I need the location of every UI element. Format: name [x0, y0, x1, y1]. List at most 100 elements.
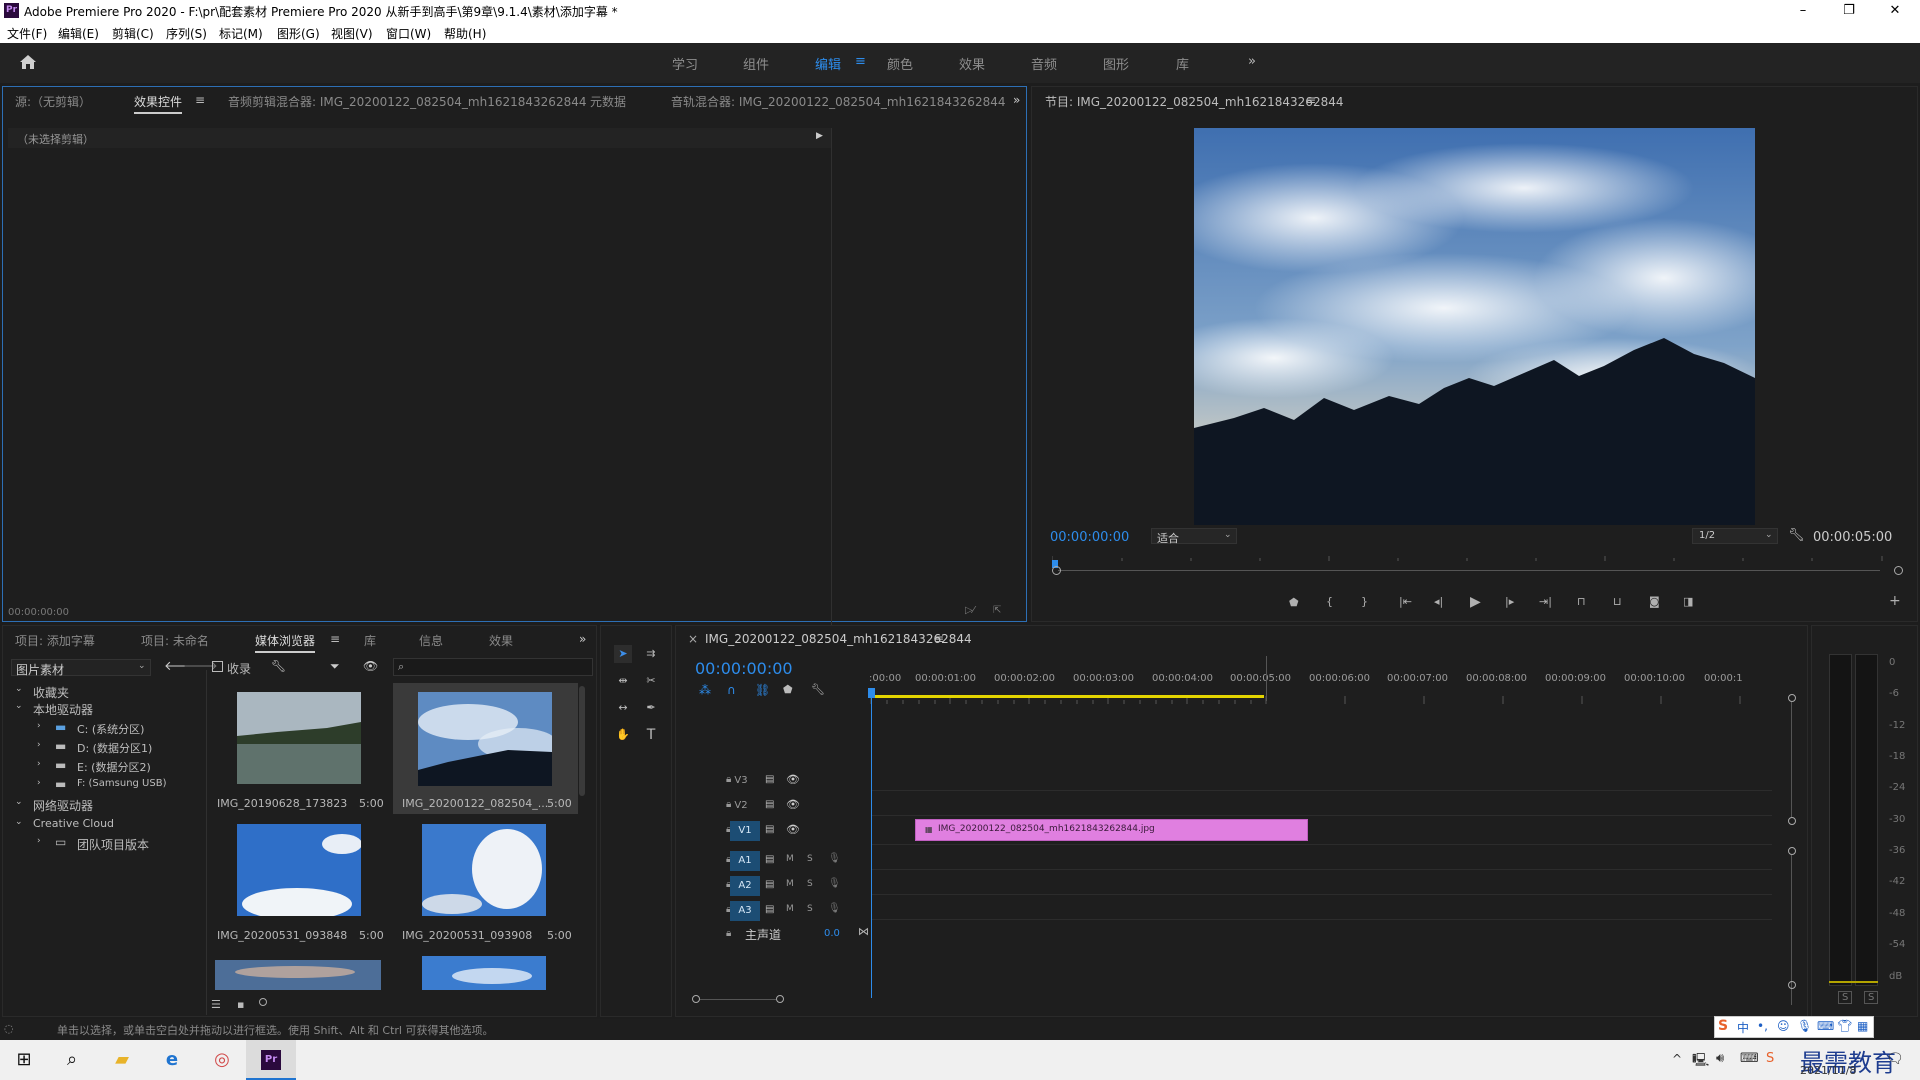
tree-creative-cloud[interactable]: Creative Cloud — [33, 817, 114, 830]
menu-edit[interactable]: 编辑(E) — [58, 25, 99, 42]
play-icon[interactable]: ▶ — [1470, 594, 1481, 610]
mute-button[interactable]: M — [786, 879, 794, 889]
tree-drive-d[interactable]: D: (数据分区1) — [77, 740, 152, 756]
tab-effect-controls[interactable]: 效果控件 — [134, 93, 183, 114]
program-playhead-timecode[interactable]: 00:00:00:00 — [1050, 530, 1129, 545]
go-to-end-icon[interactable]: ⋈ — [858, 925, 869, 938]
eye-icon[interactable]: 👁︎ — [786, 823, 800, 836]
slip-tool-icon[interactable]: ↔ — [614, 699, 632, 717]
pen-tool-icon[interactable]: ✒ — [642, 699, 660, 717]
tab-media-browser[interactable]: 媒体浏览器 — [255, 632, 316, 653]
lock-icon[interactable]: 🔒︎ — [726, 928, 731, 939]
resolution-dropdown[interactable]: 1/2 ⌄ — [1692, 528, 1778, 544]
solo-button[interactable]: S — [807, 879, 813, 889]
icon-view-icon[interactable]: ▪ — [237, 998, 244, 1011]
workspace-assembly[interactable]: 组件 — [743, 54, 769, 73]
solo-button[interactable]: S — [807, 904, 813, 914]
tab-libraries[interactable]: 库 — [364, 632, 376, 649]
film-icon[interactable]: ▤ — [765, 774, 774, 785]
menu-file[interactable]: 文件(F) — [7, 25, 47, 42]
timeline-ruler[interactable]: :00:00 00:00:01:00 00:00:02:00 00:00:03:… — [869, 671, 1779, 691]
thumbnail-blue-sky[interactable] — [422, 956, 546, 990]
ime-language-label[interactable]: 中 — [1737, 1019, 1749, 1036]
fit-dropdown[interactable]: 适合 ⌄ — [1151, 528, 1237, 545]
tab-project-untitled[interactable]: 项目: 未命名 — [141, 632, 209, 649]
tray-chevron-icon[interactable]: ^ — [1672, 1052, 1682, 1066]
sogou-logo-icon[interactable]: S — [1718, 1018, 1728, 1034]
zoom-slider[interactable] — [259, 998, 267, 1006]
close-icon[interactable]: × — [688, 632, 698, 646]
work-area-bar[interactable] — [871, 695, 1264, 698]
chevron-right-icon[interactable]: › — [37, 759, 41, 769]
mute-button[interactable]: M — [786, 854, 794, 864]
track-label-v1[interactable]: V1 — [730, 821, 760, 841]
eye-icon[interactable]: 👁︎ — [363, 659, 378, 673]
compare-view-icon[interactable]: ◨ — [1683, 595, 1693, 608]
tree-drive-c[interactable]: C: (系统分区) — [77, 721, 144, 737]
restore-button[interactable]: ❐ — [1826, 0, 1872, 22]
microphone-icon[interactable]: 🎙︎ — [828, 853, 841, 864]
chevron-right-icon[interactable]: › — [37, 740, 41, 750]
menu-window[interactable]: 窗口(W) — [386, 25, 431, 42]
timeline-playhead-timecode[interactable]: 00:00:00:00 — [695, 659, 793, 678]
filter-icon[interactable]: ⏷ — [330, 659, 340, 674]
vertical-scroll-handle[interactable] — [1788, 694, 1796, 702]
microphone-icon[interactable]: 🎙︎ — [828, 878, 841, 889]
add-button-icon[interactable]: + — [1889, 593, 1901, 609]
workspace-more-icon[interactable]: » — [1248, 54, 1256, 69]
list-view-icon[interactable]: ☰ — [211, 998, 221, 1011]
go-to-out-icon[interactable]: ⇥| — [1539, 595, 1552, 608]
tab-project-add-captions[interactable]: 项目: 添加字幕 — [15, 632, 95, 649]
menu-marker[interactable]: 标记(M) — [219, 25, 263, 42]
razor-tool-icon[interactable]: ✂ — [642, 672, 660, 690]
emoji-icon[interactable]: ☺ — [1777, 1019, 1790, 1033]
windows-start-icon[interactable]: ⊞ — [4, 1044, 44, 1076]
wrench-icon[interactable]: 🔧︎ — [1788, 528, 1805, 543]
chevron-right-icon[interactable]: › — [37, 836, 41, 846]
panel-overflow-icon[interactable]: » — [1013, 93, 1020, 107]
ingest-checkbox[interactable] — [212, 661, 223, 672]
search-input[interactable]: ⌕ — [393, 658, 593, 676]
mark-in-icon[interactable]: { — [1326, 595, 1333, 608]
vertical-scroll-handle[interactable] — [1788, 817, 1796, 825]
tab-effects[interactable]: 效果 — [489, 632, 513, 649]
track-label-a2[interactable]: A2 — [730, 876, 760, 896]
scroll-handle-right[interactable] — [1894, 566, 1903, 575]
keyboard-icon[interactable]: ⌨ — [1817, 1019, 1834, 1033]
film-icon[interactable]: ▤ — [765, 799, 774, 810]
sync-lock-icon[interactable]: ▤ — [765, 854, 774, 865]
master-volume-value[interactable]: 0.0 — [824, 928, 840, 939]
tree-favorites[interactable]: 收藏夹 — [33, 684, 69, 701]
app-icon[interactable]: ◎ — [202, 1044, 242, 1076]
menu-view[interactable]: 视图(V) — [331, 25, 373, 42]
track-label-v3[interactable]: V3 — [732, 771, 750, 791]
tree-network-drives[interactable]: 网络驱动器 — [33, 797, 93, 814]
eye-icon[interactable]: 👁︎ — [786, 798, 800, 811]
chevron-right-icon[interactable]: › — [37, 778, 41, 788]
expand-icon[interactable]: ▶ — [816, 131, 823, 141]
render-audio-icon[interactable]: ▷⁄ — [965, 605, 974, 616]
film-icon[interactable]: ▤ — [765, 824, 774, 835]
tree-drive-f[interactable]: F: (Samsung USB) — [77, 778, 166, 789]
thumbnail-lake[interactable] — [237, 692, 361, 784]
solo-left-button[interactable]: S — [1838, 991, 1853, 1004]
linked-selection-icon[interactable]: ⛓ — [755, 683, 770, 697]
vertical-scroll-handle[interactable] — [1788, 981, 1796, 989]
menu-help[interactable]: 帮助(H) — [444, 25, 486, 42]
volume-icon[interactable]: 🔊︎ — [1716, 1051, 1724, 1066]
menu-clip[interactable]: 剪辑(C) — [112, 25, 154, 42]
tab-info[interactable]: 信息 — [419, 632, 443, 649]
punctuation-icon[interactable]: •, — [1757, 1019, 1768, 1033]
timeline-settings-icon[interactable]: 🔧︎ — [811, 683, 825, 696]
tree-drive-e[interactable]: E: (数据分区2) — [77, 759, 151, 775]
tab-audio-track-mixer[interactable]: 音轨混合器: IMG_20200122_082504_mh16218432628… — [671, 93, 1005, 110]
minimize-button[interactable]: – — [1780, 0, 1826, 22]
thumbnail-sunset[interactable] — [215, 960, 381, 990]
workspace-graphics[interactable]: 图形 — [1103, 54, 1129, 73]
program-monitor-title[interactable]: 节目: IMG_20200122_082504_mh1621843262844 — [1045, 93, 1343, 110]
lock-icon[interactable]: 🔒︎ — [726, 774, 731, 785]
selection-tool-icon[interactable]: ➤ — [614, 645, 632, 663]
type-tool-icon[interactable]: T — [642, 726, 660, 744]
workspace-menu-icon[interactable]: ≡ — [855, 54, 866, 69]
workspace-editing[interactable]: 编辑 — [815, 54, 841, 73]
